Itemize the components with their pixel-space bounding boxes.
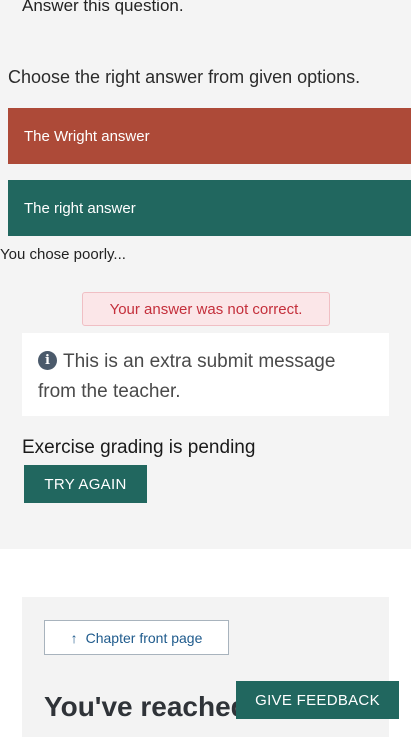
- give-feedback-button[interactable]: GIVE FEEDBACK: [236, 681, 399, 719]
- option-wright-answer[interactable]: The Wright answer: [8, 108, 411, 164]
- option-label: The Wright answer: [24, 127, 150, 145]
- chapter-button-label: Chapter front page: [85, 629, 203, 646]
- grading-status-text: Exercise grading is pending: [22, 437, 256, 458]
- info-circle-icon: i: [38, 351, 57, 370]
- question-prompt: Answer this question.: [22, 0, 184, 15]
- extra-submit-message: i This is an extra submit message from th…: [22, 333, 389, 416]
- arrow-up-icon: ↑: [70, 629, 78, 646]
- option-right-answer[interactable]: The right answer: [8, 180, 411, 236]
- chapter-front-page-button[interactable]: ↑ Chapter front page: [44, 620, 229, 655]
- instructions-text: Choose the right answer from given optio…: [8, 67, 361, 87]
- exercise-block: Answer this question. Choose the right a…: [0, 0, 411, 549]
- option-label: The right answer: [24, 199, 136, 217]
- extra-message-text: This is an extra submit message from the…: [38, 351, 336, 402]
- choice-feedback-text: You chose poorly...: [0, 246, 126, 263]
- try-again-button[interactable]: TRY AGAIN: [24, 465, 147, 503]
- incorrect-answer-alert: Your answer was not correct.: [82, 292, 330, 326]
- end-of-chapter-heading: You've reached: [44, 691, 248, 722]
- alert-text: Your answer was not correct.: [109, 300, 303, 318]
